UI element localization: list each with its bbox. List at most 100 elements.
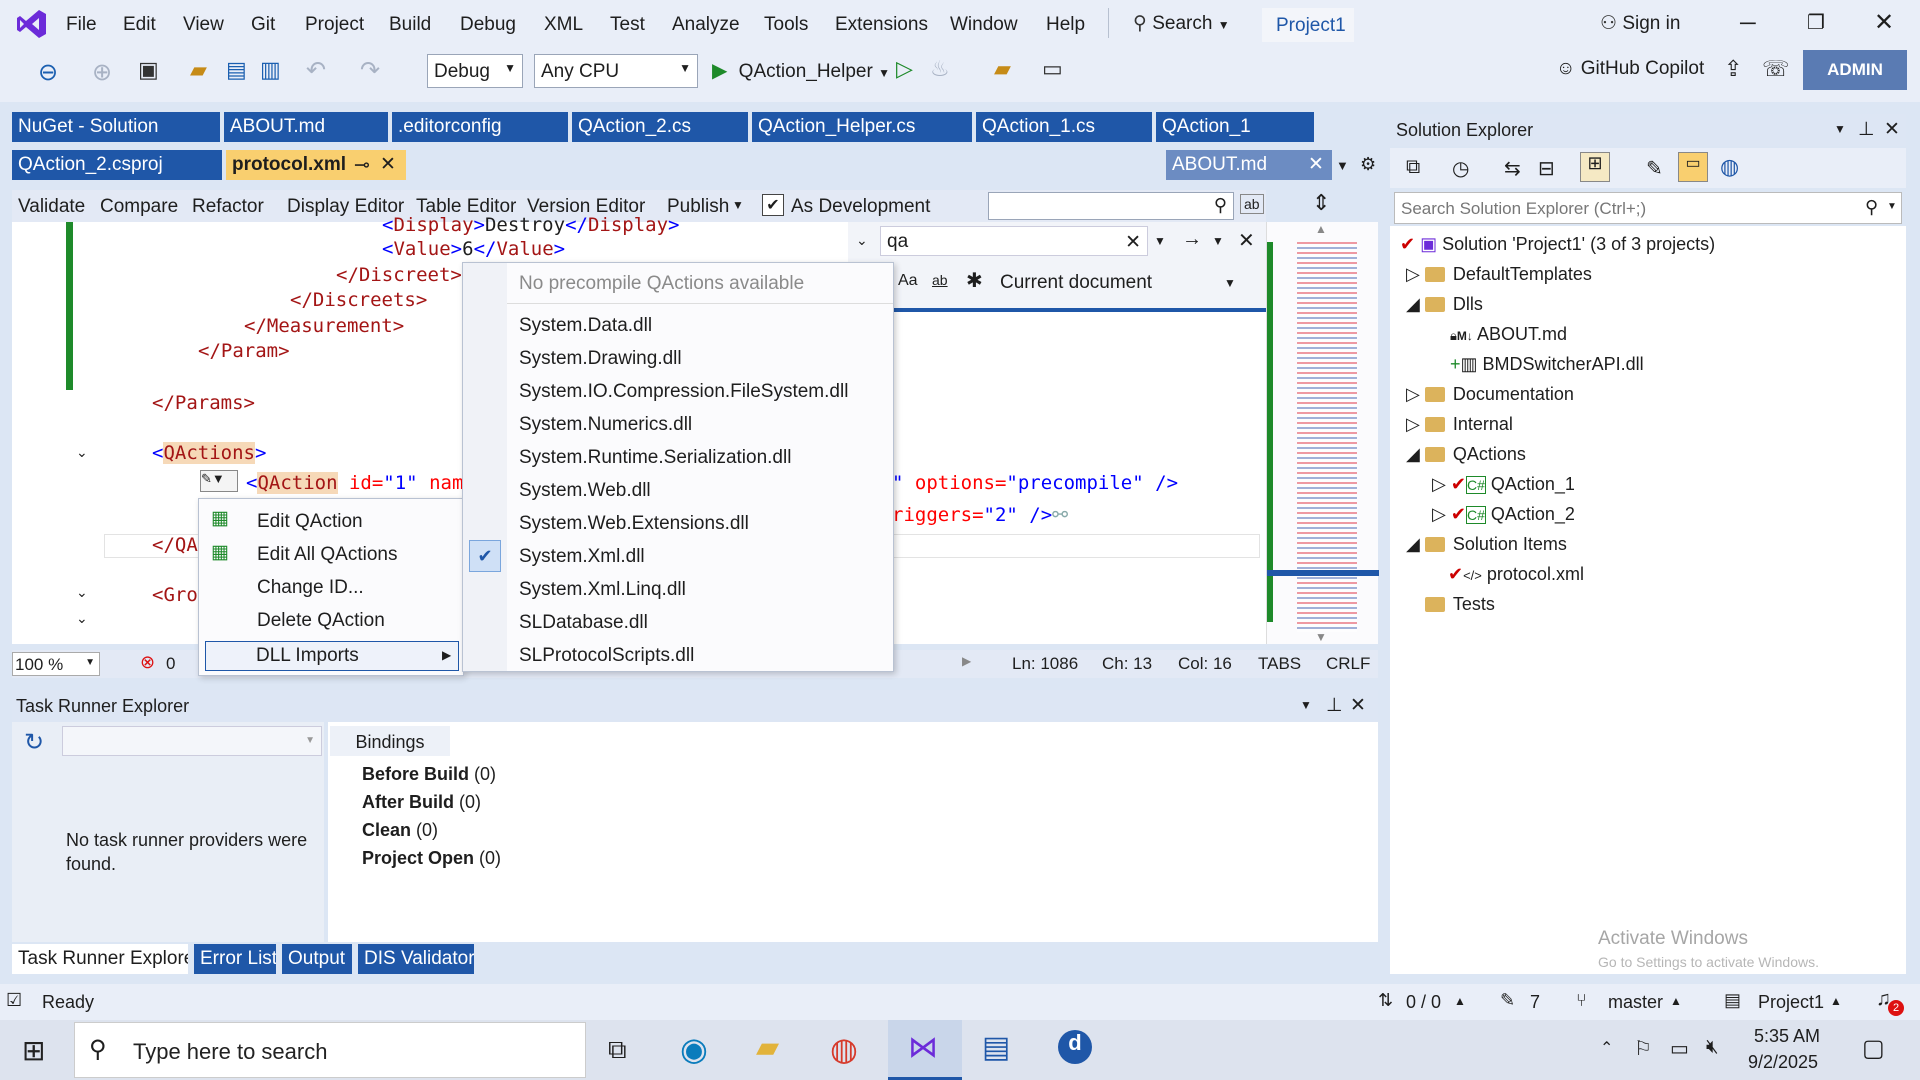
menu-project[interactable]: Project: [305, 14, 364, 36]
share-icon[interactable]: ⇪: [1724, 56, 1742, 82]
menu-edit[interactable]: Edit: [123, 14, 156, 36]
dll-menu-item[interactable]: System.Xml.dll: [519, 546, 645, 568]
chevron-down-icon[interactable]: ▼: [732, 198, 744, 212]
clock-date[interactable]: 9/2/2025: [1748, 1052, 1818, 1073]
sync-count[interactable]: 0 / 0: [1406, 992, 1441, 1013]
action-center-icon[interactable]: ▢: [1862, 1034, 1885, 1063]
configuration-dropdown[interactable]: Debug ▼: [427, 54, 523, 88]
undo-icon[interactable]: ↶: [306, 56, 326, 84]
windows-start-icon[interactable]: ⊞: [22, 1034, 45, 1067]
compare-button[interactable]: Compare: [100, 196, 178, 218]
dll-menu-item[interactable]: System.Web.Extensions.dll: [519, 513, 749, 535]
platform-dropdown[interactable]: Any CPU ▼: [534, 54, 698, 88]
save-icon[interactable]: ▤: [226, 58, 247, 83]
binding-row[interactable]: Project Open (0): [362, 848, 501, 869]
pencil-icon[interactable]: ✎: [1500, 990, 1515, 1011]
tree-solution-root[interactable]: ✔ ▣ Solution 'Project1' (3 of 3 projects…: [1400, 234, 1715, 255]
tab-bindings[interactable]: Bindings: [330, 726, 450, 756]
binding-row[interactable]: Before Build (0): [362, 764, 496, 785]
dll-menu-item[interactable]: System.Data.dll: [519, 315, 652, 337]
save-all-icon[interactable]: ▥: [260, 58, 281, 83]
menu-extensions[interactable]: Extensions: [835, 14, 928, 36]
close-panel-icon[interactable]: ✕: [1350, 694, 1366, 717]
chevron-down-icon[interactable]: ▼: [1300, 698, 1312, 712]
tree-tests[interactable]: ▷ Tests: [1406, 594, 1495, 615]
sign-in-button[interactable]: ⚇ Sign in: [1600, 12, 1680, 35]
tray-security-icon[interactable]: ⚐: [1634, 1036, 1652, 1061]
collapse-icon[interactable]: ⌄: [76, 584, 88, 601]
menu-xml[interactable]: XML: [544, 14, 583, 36]
tray-network-icon[interactable]: ▭: [1670, 1036, 1689, 1061]
search-icon[interactable]: ⚲: [1865, 197, 1878, 218]
start-without-debugging-icon[interactable]: ▷: [896, 56, 913, 82]
regex-icon[interactable]: ✱: [966, 268, 983, 293]
sync-icon[interactable]: ⇅: [1378, 990, 1393, 1011]
refactor-button[interactable]: Refactor: [192, 196, 264, 218]
admin-badge[interactable]: ADMIN: [1803, 50, 1907, 90]
close-find-icon[interactable]: ✕: [1238, 228, 1255, 253]
expand-icon[interactable]: ▷: [1406, 384, 1420, 404]
globe-icon[interactable]: ◍: [1720, 154, 1739, 180]
pin-icon[interactable]: ⊥: [1858, 118, 1875, 141]
match-case-icon[interactable]: Aa: [898, 272, 918, 290]
dll-menu-item[interactable]: System.Web.dll: [519, 480, 651, 502]
restore-button[interactable]: ❐: [1807, 10, 1825, 35]
tree-documentation[interactable]: ▷ Documentation: [1406, 384, 1574, 405]
minimap[interactable]: ▲ ▼: [1266, 222, 1379, 644]
menu-analyze[interactable]: Analyze: [672, 14, 740, 36]
pin-icon[interactable]: ⊥: [1326, 694, 1343, 717]
forward-icon[interactable]: ⊕: [92, 58, 112, 86]
close-panel-icon[interactable]: ✕: [1884, 118, 1900, 141]
expand-icon[interactable]: ▷: [1406, 264, 1420, 284]
menu-edit-qaction[interactable]: Edit QAction: [257, 511, 363, 533]
tab-qaction-helper-cs[interactable]: QAction_Helper.cs: [752, 112, 972, 142]
toolbar-search-input[interactable]: ⚲: [988, 192, 1234, 220]
close-tab-icon[interactable]: ✕: [1308, 153, 1324, 176]
global-search-button[interactable]: ⚲ Search ▼: [1133, 12, 1230, 35]
validate-button[interactable]: Validate: [18, 196, 85, 218]
dataminer-icon[interactable]: d: [1058, 1030, 1092, 1064]
collapse-icon[interactable]: ◢: [1406, 534, 1420, 554]
tree-about-md[interactable]: 🔒︎M↓ ABOUT.md: [1450, 324, 1567, 345]
taskbar-search-box[interactable]: ⚲ Type here to search: [74, 1022, 586, 1078]
show-all-files-icon[interactable]: ⊞: [1580, 152, 1610, 182]
chevron-down-icon[interactable]: ▼: [1154, 234, 1166, 248]
dll-menu-item[interactable]: System.IO.Compression.FileSystem.dll: [519, 381, 848, 403]
whole-word-icon[interactable]: ab: [932, 272, 948, 288]
task-view-icon[interactable]: ⧉: [608, 1034, 627, 1066]
tree-solution-items[interactable]: ◢ Solution Items: [1406, 534, 1567, 555]
tab-protocol-xml[interactable]: protocol.xml ⊸ ✕: [226, 150, 406, 180]
zoom-dropdown[interactable]: 100 % ▼: [12, 652, 100, 676]
settings-gear-icon[interactable]: ⚙: [1360, 154, 1376, 175]
menu-change-id[interactable]: Change ID...: [257, 577, 364, 599]
binding-row[interactable]: After Build (0): [362, 792, 481, 813]
new-project-icon[interactable]: ▣: [138, 58, 159, 83]
collapse-all-icon[interactable]: ⊟: [1538, 156, 1555, 181]
properties-icon[interactable]: ✎: [1646, 156, 1663, 181]
menu-file[interactable]: File: [66, 14, 97, 36]
clear-icon[interactable]: ✕: [1125, 231, 1141, 254]
smart-tag-icon[interactable]: ✎▼: [200, 470, 238, 492]
scroll-up-icon[interactable]: ▲: [1315, 222, 1327, 236]
chevron-down-icon[interactable]: ▼: [1887, 201, 1897, 212]
collapse-icon[interactable]: ⌄: [76, 610, 88, 627]
visual-studio-taskbar-button[interactable]: ⋈: [888, 1020, 962, 1080]
tree-qaction1[interactable]: ▷ ✔C# QAction_1: [1432, 474, 1575, 495]
folder-view-icon[interactable]: ▰: [994, 56, 1011, 82]
tab-qaction1[interactable]: QAction_1: [1156, 112, 1314, 142]
as-development-checkbox[interactable]: ✔: [762, 194, 784, 216]
menu-help[interactable]: Help: [1046, 14, 1085, 36]
switch-views-icon[interactable]: ⧉: [1406, 156, 1420, 179]
copilot-button[interactable]: ☺ GitHub Copilot: [1556, 58, 1704, 80]
font-icon[interactable]: ab: [1240, 194, 1264, 214]
chevron-down-icon[interactable]: ▼: [1224, 276, 1236, 290]
menu-window[interactable]: Window: [950, 14, 1018, 36]
start-debugging-button[interactable]: ▶ QAction_Helper ▼: [712, 58, 890, 83]
tab-qaction2-csproj[interactable]: QAction_2.csproj: [12, 150, 222, 180]
tab-error-list[interactable]: Error List: [194, 944, 276, 974]
dll-menu-item[interactable]: SLDatabase.dll: [519, 612, 648, 634]
menu-test[interactable]: Test: [610, 14, 645, 36]
dll-menu-item[interactable]: System.Xml.Linq.dll: [519, 579, 686, 601]
history-icon[interactable]: ◷: [1452, 156, 1469, 181]
task-runner-project-dropdown[interactable]: ▼: [62, 726, 322, 756]
